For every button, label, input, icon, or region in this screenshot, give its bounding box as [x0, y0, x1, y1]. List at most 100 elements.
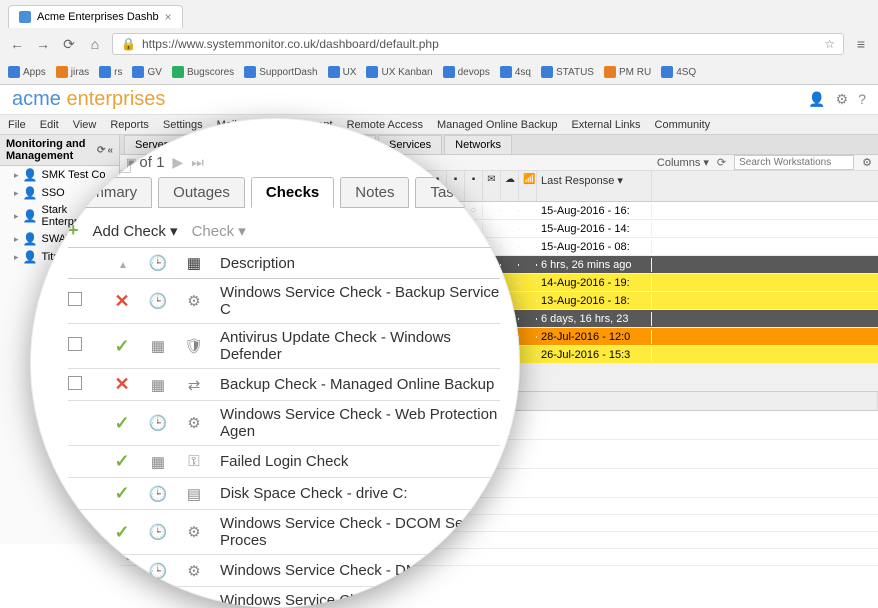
- col-s4[interactable]: ▪: [465, 171, 483, 201]
- check-description: Windows Service Check - Group Policy Cli…: [212, 592, 500, 608]
- status-icon: ✓: [114, 451, 129, 471]
- bookmark-item[interactable]: Bugscores: [172, 66, 234, 78]
- bookmark-item[interactable]: devops: [443, 66, 490, 78]
- lock-icon: 🔒: [121, 37, 136, 51]
- check-row[interactable]: ✓🕒⚙Windows Service Check - Web Protectio…: [68, 401, 500, 446]
- add-check-button[interactable]: Add Check ▾: [93, 222, 178, 240]
- check-description: Backup Check - Managed Online Backup: [212, 376, 500, 393]
- bookmark-item[interactable]: UX Kanban: [366, 66, 432, 78]
- bookmark-item[interactable]: jiras: [56, 66, 89, 78]
- bookmark-item[interactable]: UX: [328, 66, 357, 78]
- expand-icon: ▸: [14, 170, 19, 181]
- star-icon[interactable]: ☆: [824, 37, 835, 51]
- bookmarks-bar: Apps jirasrs GV Bugscores SupportDash UX UX Ka…: [0, 60, 878, 84]
- expand-icon: ▸: [14, 234, 19, 245]
- bookmark-item[interactable]: PM RU: [604, 66, 651, 78]
- check-menu[interactable]: Check ▾: [192, 222, 246, 240]
- check-row[interactable]: ✕▦⇄Backup Check - Managed Online Backup: [68, 369, 500, 401]
- bookmark-icon: [366, 66, 378, 78]
- sort-icon[interactable]: ▲: [118, 260, 128, 271]
- user-icon[interactable]: 👤: [808, 91, 825, 108]
- col-broadcast[interactable]: 📶: [519, 171, 537, 201]
- check-row[interactable]: ✓▦⚿Failed Login Check: [68, 446, 500, 478]
- check-row[interactable]: ✕🕒⚙Windows Service Check - Backup Servic…: [68, 279, 500, 324]
- menu-icon[interactable]: ≡: [852, 36, 870, 52]
- settings-icon[interactable]: ⚙: [836, 91, 849, 108]
- menu-item[interactable]: Community: [655, 119, 711, 131]
- help-icon[interactable]: ?: [858, 91, 866, 108]
- menu-item[interactable]: Managed Online Backup: [437, 119, 557, 131]
- bookmark-icon: [99, 66, 111, 78]
- bookmark-item[interactable]: 4sq: [500, 66, 531, 78]
- back-icon[interactable]: ←: [8, 36, 26, 52]
- bookmark-icon: [328, 66, 340, 78]
- menu-item[interactable]: View: [73, 119, 97, 131]
- menu-item[interactable]: File: [8, 119, 26, 131]
- bookmark-icon: [244, 66, 256, 78]
- checkbox[interactable]: [68, 337, 82, 351]
- lens-tab[interactable]: Outages: [158, 177, 245, 208]
- columns-button[interactable]: Columns ▾: [657, 156, 709, 169]
- bookmark-item[interactable]: SupportDash: [244, 66, 317, 78]
- forward-icon[interactable]: →: [34, 36, 52, 52]
- lens-tab[interactable]: Checks: [251, 177, 334, 208]
- menu-item[interactable]: Settings: [163, 119, 203, 131]
- lens-tab[interactable]: Notes: [340, 177, 409, 208]
- pager-last-icon[interactable]: ⏭: [191, 154, 204, 171]
- bookmark-item[interactable]: GV: [132, 66, 161, 78]
- bookmark-icon: [604, 66, 616, 78]
- refresh-icon[interactable]: ⟳: [97, 145, 105, 156]
- bookmark-item[interactable]: 4SQ: [661, 66, 696, 78]
- bookmark-icon: [661, 66, 673, 78]
- clock-icon[interactable]: 🕒: [140, 254, 176, 272]
- menu-item[interactable]: Edit: [40, 119, 59, 131]
- calendar-icon[interactable]: ▦: [176, 254, 212, 272]
- browser-tab[interactable]: Acme Enterprises Dashb ×: [8, 5, 183, 28]
- status-icon: ✓: [114, 599, 129, 608]
- col-mail[interactable]: ✉: [483, 171, 501, 201]
- close-icon[interactable]: ×: [165, 10, 172, 24]
- menu-item[interactable]: Reports: [110, 119, 149, 131]
- check-description: Disk Space Check - drive C:: [212, 485, 500, 502]
- bookmark-icon: [8, 66, 20, 78]
- reload-icon[interactable]: ⟳: [60, 36, 78, 53]
- check-row[interactable]: ✓🕒⚙Windows Service Check - DCOM Server P…: [68, 510, 500, 555]
- filter-icon[interactable]: ⚙: [862, 156, 872, 169]
- url-input[interactable]: 🔒 https://www.systemmonitor.co.uk/dashbo…: [112, 33, 844, 55]
- check-row[interactable]: ✓▦🛡Antivirus Update Check - Windows Defe…: [68, 324, 500, 369]
- status-icon: ✕: [114, 291, 129, 311]
- browser-tab-bar: Acme Enterprises Dashb ×: [0, 0, 878, 28]
- pager-next-icon[interactable]: ▶: [172, 154, 183, 171]
- check-description: Windows Service Check - Backup Service C: [212, 284, 500, 318]
- menu-item[interactable]: Remote Access: [347, 119, 423, 131]
- checkbox[interactable]: [68, 376, 82, 390]
- col-cloud[interactable]: ☁: [501, 171, 519, 201]
- checks-header: ▲ 🕒 ▦ Description: [68, 248, 500, 279]
- clock-icon: 🕒: [140, 414, 176, 432]
- status-icon: ✕: [114, 374, 129, 394]
- cal-icon: ▦: [140, 453, 176, 471]
- bookmark-item[interactable]: rs: [99, 66, 122, 78]
- search-input[interactable]: [734, 155, 854, 170]
- collapse-icon[interactable]: «: [107, 145, 113, 156]
- bookmark-item[interactable]: Apps: [8, 66, 46, 78]
- check-description: Failed Login Check: [212, 453, 500, 470]
- bookmark-icon: [443, 66, 455, 78]
- menu-bar: FileEditViewReportsSettingsMail Template…: [0, 115, 878, 135]
- view-tab[interactable]: Networks: [444, 135, 512, 154]
- check-row[interactable]: ✓🕒▤Disk Space Check - drive C:: [68, 478, 500, 510]
- app-header: acme enterprises 👤 ⚙ ?: [0, 85, 878, 115]
- clock-icon: 🕒: [140, 485, 176, 503]
- bookmark-item[interactable]: STATUS: [541, 66, 594, 78]
- home-icon[interactable]: ⌂: [86, 36, 104, 52]
- check-row[interactable]: ✓🕒⚙Windows Service Check - Group Policy …: [68, 587, 500, 608]
- gear-icon: ⚙: [176, 292, 212, 310]
- checkbox[interactable]: [68, 292, 82, 306]
- bookmark-icon: [172, 66, 184, 78]
- url-text: https://www.systemmonitor.co.uk/dashboar…: [142, 37, 439, 51]
- col-description[interactable]: Description: [212, 255, 500, 272]
- sidebar-item[interactable]: ▸👤SMK Test Co: [0, 166, 119, 184]
- refresh-icon[interactable]: ⟳: [717, 156, 726, 169]
- col-last[interactable]: Last Response ▾: [537, 171, 652, 201]
- menu-item[interactable]: External Links: [571, 119, 640, 131]
